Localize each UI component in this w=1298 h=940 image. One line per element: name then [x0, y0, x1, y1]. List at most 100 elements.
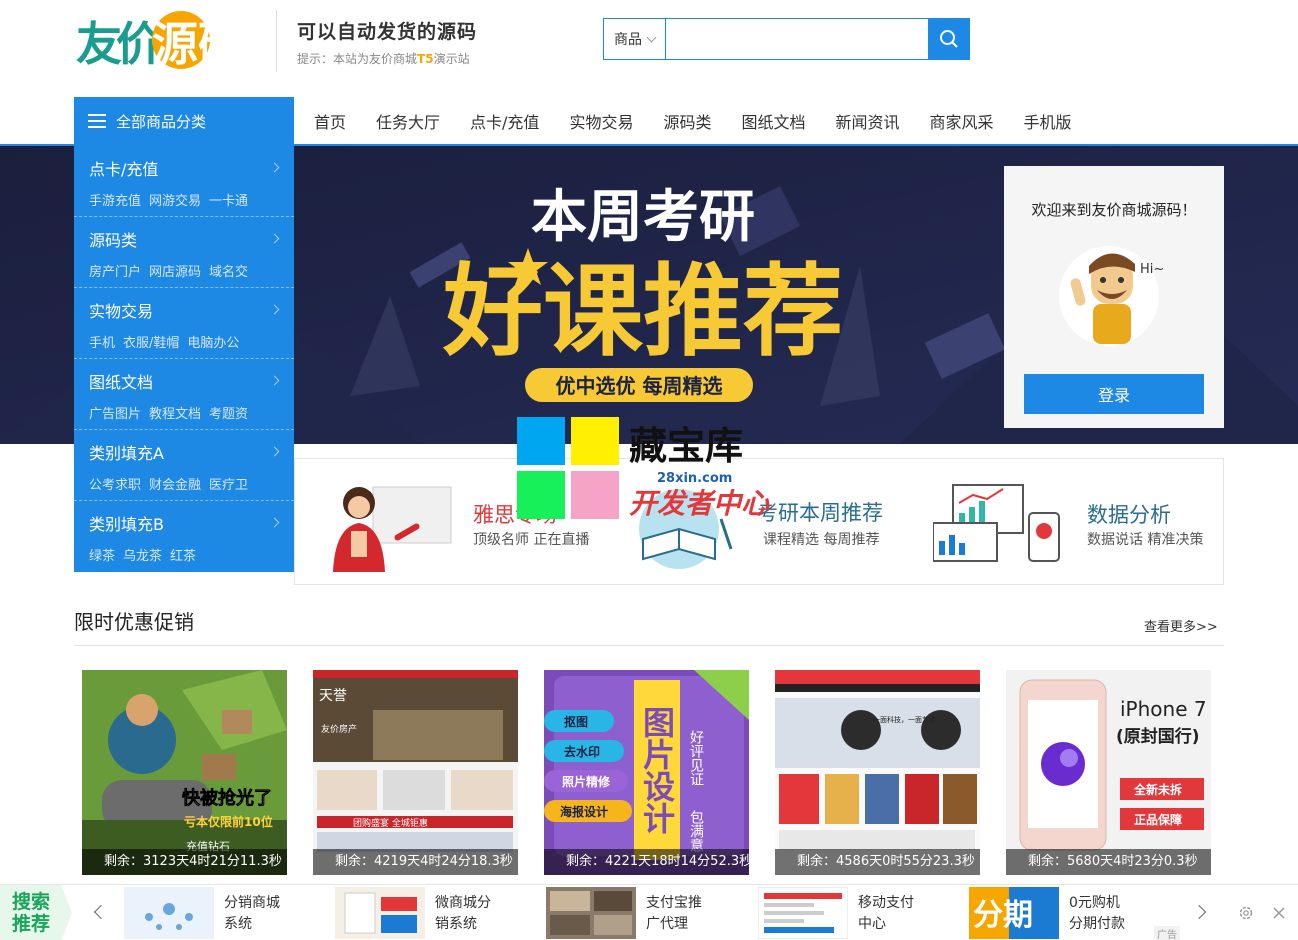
ad-thumbnail	[335, 887, 425, 939]
ad-item[interactable]: 支付宝推 广代理	[546, 885, 746, 940]
category-physical-trade[interactable]: 实物交易 手机 衣服/鞋帽 电脑办公	[74, 288, 294, 359]
nav-source-code[interactable]: 源码类	[663, 109, 711, 133]
all-categories-button[interactable]: 全部商品分类	[74, 97, 294, 145]
category-link[interactable]: 红茶	[170, 549, 196, 564]
gear-icon[interactable]	[1238, 905, 1254, 921]
close-icon[interactable]	[1273, 907, 1285, 919]
product-caption: 一面科技，一面艺术	[873, 715, 936, 724]
watermark-logo: 藏宝库 28xin.com 开发者中心	[517, 417, 787, 523]
category-link[interactable]: 手机	[89, 336, 115, 351]
site-logo[interactable]: 友价 源码	[76, 8, 252, 74]
teacher-illustration	[333, 486, 452, 572]
search-input[interactable]	[666, 19, 928, 59]
nav-merchants[interactable]: 商家风采	[930, 109, 994, 133]
category-drawings-docs[interactable]: 图纸文档 广告图片 教程文档 考题资	[74, 359, 294, 430]
category-link[interactable]: 教程文档	[149, 407, 201, 422]
category-filler-b[interactable]: 类别填充B 绿茶 乌龙茶 红茶	[74, 501, 294, 572]
search-recommend-bar: 搜索 推荐 分销商城 系统 微商城分 销系统 支付宝推 广代理 移动支付 中心 …	[0, 884, 1298, 940]
product-caption3: 全新未拆	[1133, 782, 1182, 797]
welcome-text: 欢迎来到友价商城源码！	[1031, 201, 1197, 219]
category-link[interactable]: 一卡通	[209, 194, 248, 209]
ad-thumbnail	[758, 887, 848, 939]
nav-drawings-docs[interactable]: 图纸文档	[741, 109, 805, 133]
hint-prefix: 提示：本站为友价商城	[297, 52, 418, 66]
search-button[interactable]	[928, 19, 969, 59]
search-category-select[interactable]: 商品	[604, 19, 666, 59]
product-caption: 快被抢光了	[182, 787, 272, 809]
page: 友价 源码 可以自动发货的源码 提示：本站为友价商城T5演示站 商品 全部商品分…	[0, 0, 1298, 940]
chevron-left-icon[interactable]	[93, 904, 109, 920]
category-link[interactable]: 网店源码	[149, 265, 201, 280]
category-link[interactable]: 绿茶	[89, 549, 115, 564]
product-image: 一面科技，一面艺术	[775, 670, 980, 875]
category-link[interactable]: 广告图片	[89, 407, 141, 422]
login-button[interactable]: 登录	[1024, 374, 1204, 414]
product-card[interactable]: 天誉 友价房产 团购盛宴 全城钜惠 剩余：4219天4时24分18.3秒	[313, 670, 518, 875]
category-source-code[interactable]: 源码类 房产门户 网店源码 域名交	[74, 217, 294, 288]
product-card[interactable]: 一面科技，一面艺术 剩余：4586天0时55分23.3秒	[775, 670, 980, 875]
category-link[interactable]: 乌龙茶	[123, 549, 162, 564]
ad-item[interactable]: 微商城分 销系统	[335, 885, 535, 940]
site-slogan: 可以自动发货的源码	[297, 21, 478, 43]
category-link[interactable]: 域名交	[209, 265, 248, 280]
product-caption3: 团购盛宴 全城钜惠	[353, 817, 428, 829]
ad-item[interactable]: 分期 0元购机 分期付款	[969, 885, 1169, 940]
product-card[interactable]: 快被抢光了 亏本仅限前10位 充值钻石 剩余：3123天4时21分11.3秒	[82, 670, 287, 875]
ad-item[interactable]: 移动支付 中心	[758, 885, 958, 940]
category-link[interactable]: 财会金融	[149, 478, 201, 493]
nav-mobile[interactable]: 手机版	[1024, 109, 1072, 133]
watermark-url: 28xin.com	[657, 471, 732, 486]
ad-line2: 广代理	[646, 916, 688, 932]
product-caption: iPhone 7	[1120, 697, 1207, 721]
ad-line2: 中心	[858, 916, 886, 932]
product-caption2: (原封国行)	[1116, 726, 1200, 747]
promo-title: 数据分析	[1087, 503, 1171, 527]
nav-home[interactable]: 首页	[314, 109, 346, 133]
product-caption2: 亏本仅限前10位	[184, 814, 273, 829]
banner-tagline: 优中选优 每周精选	[556, 374, 723, 398]
nav-news[interactable]: 新闻资讯	[835, 109, 899, 133]
logo-text-right: 源码	[152, 17, 244, 71]
chevron-down-icon	[646, 32, 657, 42]
category-title: 图纸文档	[89, 373, 154, 392]
product-caption4: 正品保障	[1134, 812, 1182, 827]
promo-data-analysis[interactable]: 数据分析 数据说话 精准决策	[915, 459, 1223, 584]
category-link[interactable]: 公考求职	[89, 478, 141, 493]
ad-line2: 销系统	[435, 916, 477, 932]
product-tag: 海报设计	[560, 804, 608, 819]
ad-item[interactable]: 分销商城 系统	[124, 885, 324, 940]
nav-card-recharge[interactable]: 点卡/充值	[470, 109, 539, 133]
category-link[interactable]: 电脑办公	[187, 336, 239, 351]
ad-line2: 系统	[224, 916, 252, 932]
category-link[interactable]: 考题资	[209, 407, 248, 422]
category-card-recharge[interactable]: 点卡/充值 手游充值 网游交易 一卡通	[74, 146, 294, 217]
category-link[interactable]: 网游交易	[149, 194, 201, 209]
chevron-right-icon[interactable]	[1191, 904, 1207, 920]
product-image: 天誉 友价房产 团购盛宴 全城钜惠	[313, 670, 518, 875]
ad-thumbnail	[546, 887, 636, 939]
product-tag: 照片精修	[562, 774, 611, 789]
product-caption2: 友价房产	[321, 723, 357, 735]
all-categories-label: 全部商品分类	[116, 112, 207, 131]
product-card[interactable]: iPhone 7 (原封国行) 全新未拆 正品保障 剩余：5680天4时23分0…	[1006, 670, 1211, 875]
category-link[interactable]: 医疗卫	[209, 478, 248, 493]
search-recommend-label: 搜索 推荐	[0, 885, 72, 940]
main-nav: 首页 任务大厅 点卡/充值 实物交易 源码类 图纸文档 新闻资讯 商家风采 手机…	[294, 97, 1082, 145]
nav-task-hall[interactable]: 任务大厅	[376, 109, 440, 133]
ad-line1: 微商城分	[435, 895, 491, 911]
category-link[interactable]: 房产门户	[89, 265, 141, 280]
category-title: 类别填充A	[89, 444, 164, 463]
nav-physical-trade[interactable]: 实物交易	[569, 109, 633, 133]
category-title: 源码类	[89, 231, 138, 250]
banner-line1: 本周考研	[531, 185, 755, 250]
login-card: 欢迎来到友价商城源码！ Hi~ 登录	[1004, 166, 1224, 428]
countdown-timer: 剩余：4221天18时14分52.3秒	[544, 849, 749, 875]
flash-sale-more-link[interactable]: 查看更多>>	[1144, 616, 1218, 635]
category-link[interactable]: 手游充值	[89, 194, 141, 209]
category-filler-a[interactable]: 类别填充A 公考求职 财会金融 医疗卫	[74, 430, 294, 501]
countdown-timer: 剩余：3123天4时21分11.3秒	[82, 849, 287, 875]
product-image: 快被抢光了 亏本仅限前10位 充值钻石	[82, 670, 287, 875]
section-divider	[74, 645, 1224, 646]
category-link[interactable]: 衣服/鞋帽	[123, 336, 179, 351]
product-card[interactable]: 图片设计 好评见证 包满意 抠图 去水印 照片精修 海报设计 剩余：4221天1…	[544, 670, 749, 875]
